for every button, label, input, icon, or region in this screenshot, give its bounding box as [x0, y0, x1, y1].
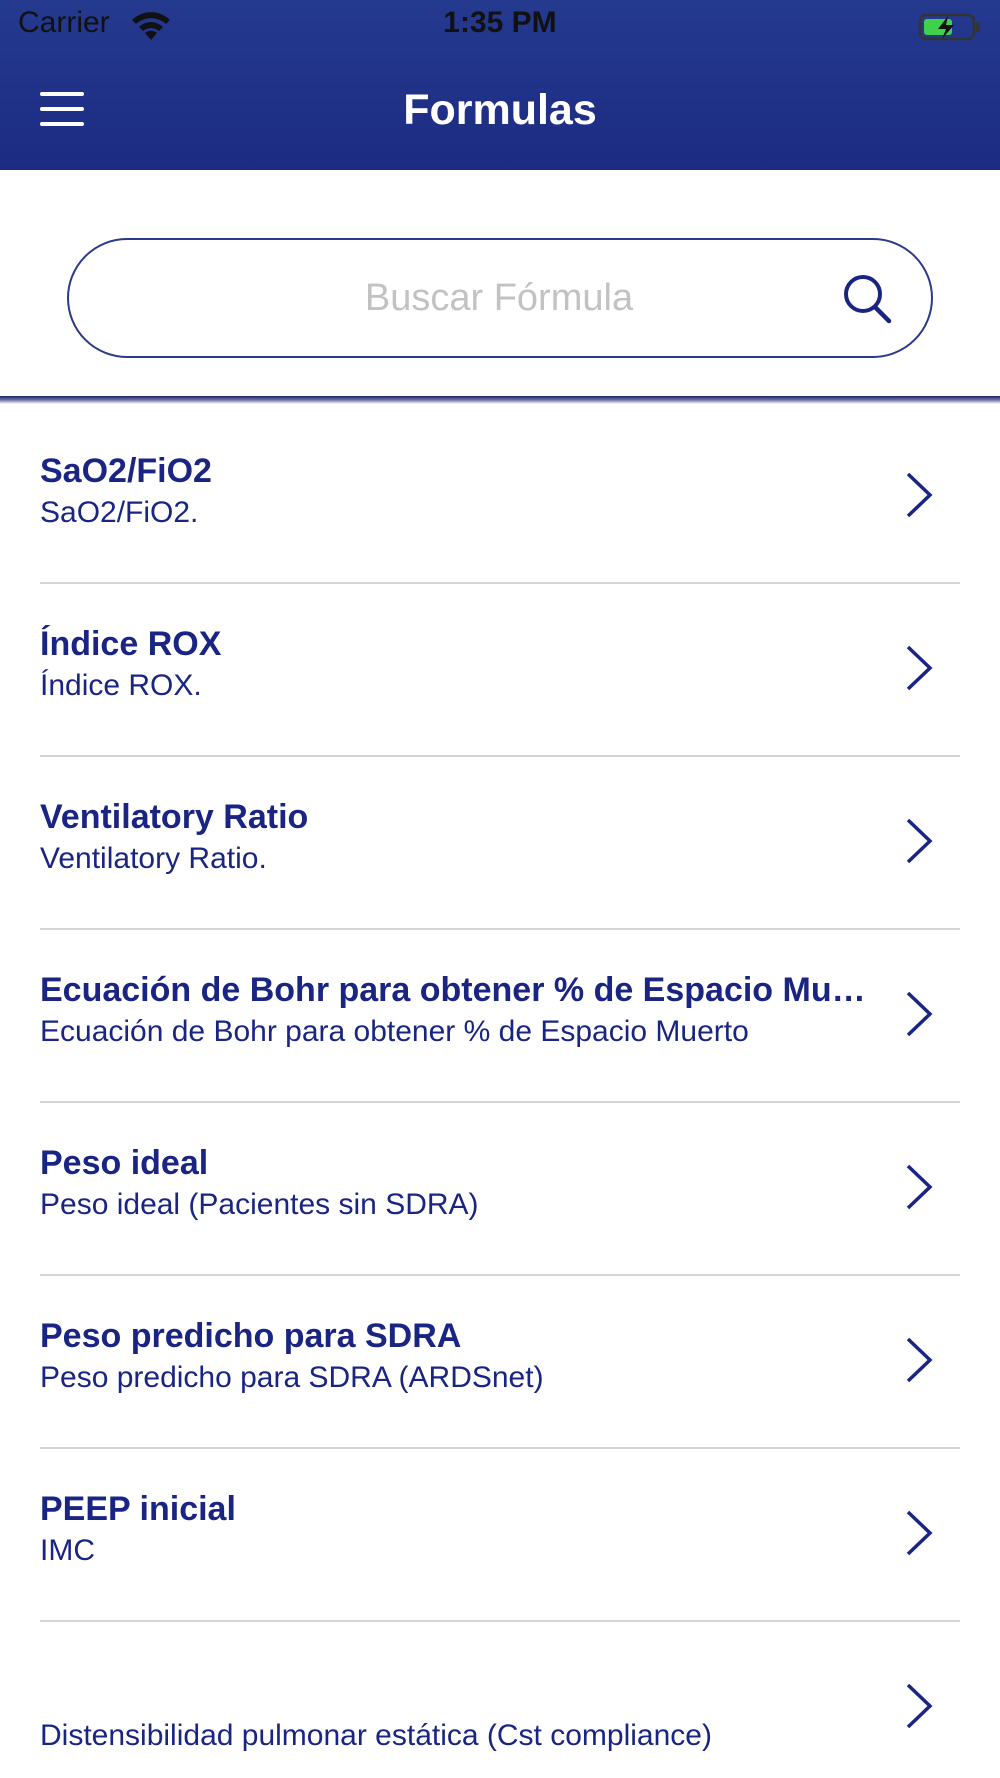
formula-subtitle: Peso predicho para SDRA (ARDSnet)	[40, 1361, 544, 1394]
formula-title: Ventilatory Ratio	[40, 798, 309, 836]
list-item[interactable]: Distensibilidad pulmonar estática (Cst c…	[0, 1615, 1000, 1778]
chevron-right-icon	[906, 818, 933, 864]
list-item[interactable]: Índice ROX Índice ROX.	[0, 577, 1000, 757]
chevron-right-icon	[906, 472, 933, 518]
list-item[interactable]: Peso predicho para SDRA Peso predicho pa…	[0, 1269, 1000, 1449]
formula-subtitle: Distensibilidad pulmonar estática (Cst c…	[40, 1719, 712, 1752]
formula-subtitle: Ecuación de Bohr para obtener % de Espac…	[40, 1015, 749, 1048]
formula-subtitle: Índice ROX.	[40, 669, 202, 702]
formula-title: Ecuación de Bohr para obtener % de Espac…	[40, 971, 880, 1009]
list-item[interactable]: Ecuación de Bohr para obtener % de Espac…	[0, 923, 1000, 1103]
list-item[interactable]: Ventilatory Ratio Ventilatory Ratio.	[0, 750, 1000, 930]
formula-title: Peso predicho para SDRA	[40, 1317, 462, 1355]
search-bar[interactable]	[67, 238, 933, 358]
chevron-right-icon	[906, 1510, 933, 1556]
formula-title: Peso ideal	[40, 1144, 209, 1182]
formula-title: SaO2/FiO2	[40, 452, 212, 490]
page-title: Formulas	[403, 86, 597, 134]
formula-list: SaO2/FiO2 SaO2/FiO2. Índice ROX Índice R…	[0, 404, 1000, 1778]
formula-subtitle: Peso ideal (Pacientes sin SDRA)	[40, 1188, 479, 1221]
chevron-right-icon	[906, 991, 933, 1037]
battery-charging-icon	[918, 13, 980, 41]
search-input[interactable]	[109, 240, 829, 356]
list-item[interactable]: Peso ideal Peso ideal (Pacientes sin SDR…	[0, 1096, 1000, 1276]
search-icon[interactable]	[839, 270, 899, 330]
formula-title: Índice ROX	[40, 625, 222, 663]
formula-title: PEEP inicial	[40, 1490, 236, 1528]
formula-subtitle: IMC	[40, 1534, 95, 1567]
navigation-header: Carrier 1:35 PM Formulas	[0, 0, 1000, 170]
chevron-right-icon	[906, 1337, 933, 1383]
list-item[interactable]: PEEP inicial IMC	[0, 1442, 1000, 1622]
chevron-right-icon	[906, 1683, 933, 1729]
chevron-right-icon	[906, 1164, 933, 1210]
formula-subtitle: SaO2/FiO2.	[40, 496, 199, 529]
search-section	[0, 170, 1000, 398]
status-bar: Carrier 1:35 PM	[0, 0, 1000, 56]
formula-subtitle: Ventilatory Ratio.	[40, 842, 267, 875]
list-item[interactable]: SaO2/FiO2 SaO2/FiO2.	[0, 404, 1000, 584]
chevron-right-icon	[906, 645, 933, 691]
search-divider	[0, 396, 1000, 404]
status-time: 1:35 PM	[443, 6, 557, 39]
